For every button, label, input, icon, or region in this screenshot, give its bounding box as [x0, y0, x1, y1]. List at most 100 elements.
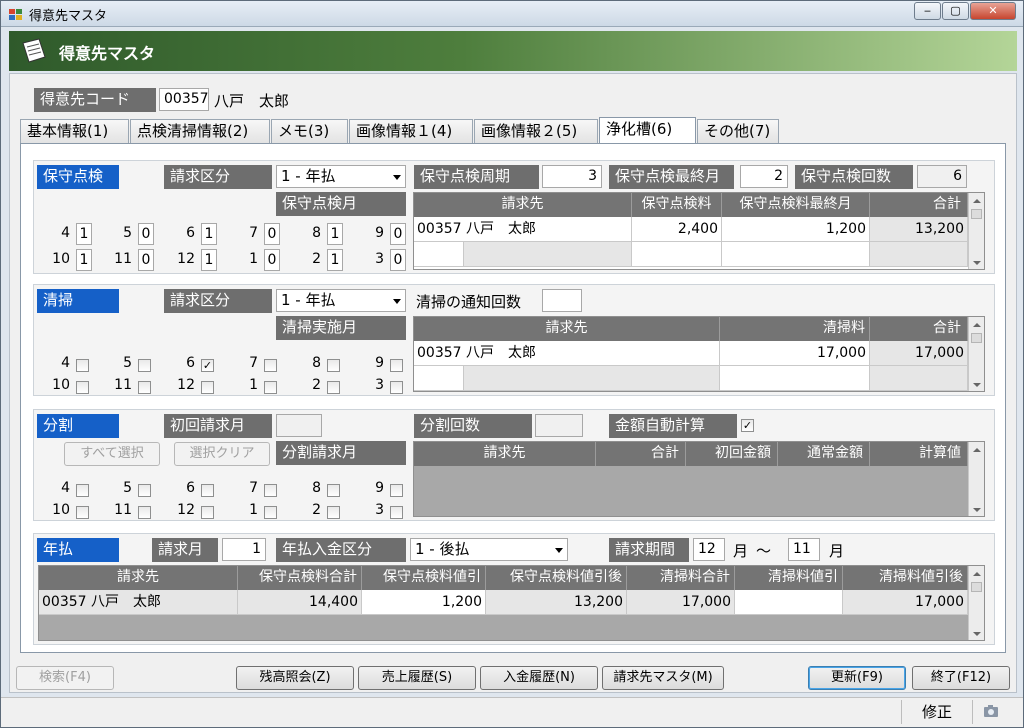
select-all-button[interactable]: すべて選択: [64, 442, 160, 466]
month-count-field[interactable]: 0: [138, 249, 154, 271]
cleaning-billing-select[interactable]: 1 - 年払: [276, 289, 406, 312]
month-count-field[interactable]: 1: [201, 223, 217, 245]
annual-deposit-select[interactable]: 1 - 後払: [410, 538, 568, 561]
month-count-field[interactable]: 1: [76, 249, 92, 271]
tab-image-info-1[interactable]: 画像情報１(4): [349, 119, 473, 144]
month-count-field[interactable]: 0: [264, 249, 280, 271]
billing-master-button[interactable]: 請求先マスタ(M): [602, 666, 724, 690]
tab-memo[interactable]: メモ(3): [271, 119, 348, 144]
cycle-field[interactable]: 3: [542, 165, 602, 188]
maintenance-grid[interactable]: 請求先 保守点検料 保守点検料最終月 合計 00357 八戸 太郎 2,400 …: [413, 192, 985, 270]
month-checkbox[interactable]: [390, 484, 403, 497]
month-checkbox[interactable]: [327, 381, 340, 394]
notify-count-label: 清掃の通知回数: [416, 293, 522, 311]
month-checkbox[interactable]: [76, 359, 89, 372]
scroll-thumb[interactable]: [971, 209, 982, 219]
month-checkbox[interactable]: [264, 506, 277, 519]
cleaning-billing-value: 1 - 年払: [281, 291, 336, 309]
notify-count-field[interactable]: [542, 289, 582, 312]
clear-selection-button[interactable]: 選択クリア: [174, 442, 270, 466]
document-icon: [22, 38, 46, 63]
auto-calc-checkbox[interactable]: ✓: [741, 419, 754, 432]
month-checkbox[interactable]: [390, 506, 403, 519]
grid-scrollbar[interactable]: [968, 317, 984, 391]
tab-septic-tank[interactable]: 浄化槽(6): [599, 117, 696, 144]
month-checkbox[interactable]: [76, 381, 89, 394]
scroll-thumb[interactable]: [971, 582, 982, 592]
month-checkbox[interactable]: [201, 484, 214, 497]
month-checkbox[interactable]: [76, 484, 89, 497]
month-checkbox[interactable]: [390, 381, 403, 394]
annual-section: 年払 請求月 1 年払入金区分 1 - 後払 請求期間 12 月 ～ 11 月 …: [33, 533, 995, 645]
month-count-field[interactable]: 0: [138, 223, 154, 245]
sales-history-button[interactable]: 売上履歴(S): [358, 666, 476, 690]
customer-code-field[interactable]: 00357: [159, 88, 209, 111]
camera-icon[interactable]: [983, 704, 999, 718]
balance-inquiry-button[interactable]: 残高照会(Z): [236, 666, 354, 690]
tab-basic-info[interactable]: 基本情報(1): [20, 119, 129, 144]
split-count-field[interactable]: [535, 414, 583, 437]
grid-header: 清掃料: [720, 317, 870, 341]
month-checkbox[interactable]: [201, 381, 214, 394]
month-checkbox[interactable]: [76, 506, 89, 519]
period-to-field[interactable]: 11: [788, 538, 820, 561]
maintenance-billing-select[interactable]: 1 - 年払: [276, 165, 406, 188]
month-number: 1: [249, 502, 258, 518]
close-button[interactable]: ✕: [970, 2, 1016, 20]
month-count-field[interactable]: 0: [264, 223, 280, 245]
scroll-up-icon: [973, 572, 981, 576]
payment-history-button[interactable]: 入金履歴(N): [480, 666, 598, 690]
grid-cell: 17,000: [627, 590, 735, 615]
month-checkbox[interactable]: [138, 484, 151, 497]
billing-month-field[interactable]: 1: [222, 538, 266, 561]
auto-calc-label: 金額自動計算: [609, 414, 737, 438]
month-count-field[interactable]: 1: [327, 223, 343, 245]
split-grid[interactable]: 請求先 合計 初回金額 通常金額 計算値: [413, 441, 985, 517]
month-checkbox[interactable]: [264, 484, 277, 497]
tab-inspection-cleaning[interactable]: 点検清掃情報(2): [130, 119, 270, 144]
month-checkbox[interactable]: [264, 381, 277, 394]
month-count-field[interactable]: 0: [390, 223, 406, 245]
search-button[interactable]: 検索(F4): [16, 666, 114, 690]
grid-scrollbar[interactable]: [968, 442, 984, 516]
scroll-thumb[interactable]: [971, 333, 982, 343]
month-checkbox[interactable]: [327, 359, 340, 372]
last-month-field[interactable]: 2: [740, 165, 788, 188]
grid-scrollbar[interactable]: [968, 193, 984, 269]
month-checkbox[interactable]: ✓: [201, 359, 214, 372]
month-count-field[interactable]: 0: [390, 249, 406, 271]
tab-other[interactable]: その他(7): [697, 119, 779, 144]
month-count-field[interactable]: 1: [76, 223, 92, 245]
first-billing-month-label: 初回請求月: [164, 414, 272, 438]
month-checkbox[interactable]: [201, 506, 214, 519]
annual-grid[interactable]: 請求先 保守点検料合計 保守点検料値引 保守点検料値引後 清掃料合計 清掃料値引…: [38, 565, 985, 641]
grid-cell: 00357 八戸 太郎: [39, 590, 238, 615]
grid-header: 合計: [870, 193, 968, 217]
count-field[interactable]: 6: [917, 165, 967, 188]
grid-scrollbar[interactable]: [968, 566, 984, 640]
tab-image-info-2[interactable]: 画像情報２(5): [474, 119, 598, 144]
customer-code-label: 得意先コード: [34, 88, 156, 112]
grid-header: 請求先: [414, 442, 596, 466]
month-checkbox[interactable]: [327, 484, 340, 497]
grid-cell: 17,000: [843, 590, 968, 615]
cleaning-grid[interactable]: 請求先 清掃料 合計 00357 八戸 太郎 17,000 17,000: [413, 316, 985, 392]
month-checkbox[interactable]: [138, 359, 151, 372]
exit-button[interactable]: 終了(F12): [912, 666, 1010, 690]
month-count-field[interactable]: 1: [327, 249, 343, 271]
month-checkbox[interactable]: [327, 506, 340, 519]
month-checkbox[interactable]: [138, 381, 151, 394]
period-from-field[interactable]: 12: [693, 538, 725, 561]
minimize-button[interactable]: ‒: [914, 2, 941, 20]
month-checkbox[interactable]: [138, 506, 151, 519]
update-button[interactable]: 更新(F9): [808, 666, 906, 690]
scroll-down-icon: [973, 261, 981, 265]
maximize-button[interactable]: ▢: [942, 2, 969, 20]
banner-title: 得意先マスタ: [59, 44, 156, 63]
month-checkbox[interactable]: [264, 359, 277, 372]
month-count-field[interactable]: 1: [201, 249, 217, 271]
month-checkbox[interactable]: [390, 359, 403, 372]
first-billing-month-field[interactable]: [276, 414, 322, 437]
grid-cell: [735, 590, 843, 615]
month-number: 1: [249, 251, 258, 267]
